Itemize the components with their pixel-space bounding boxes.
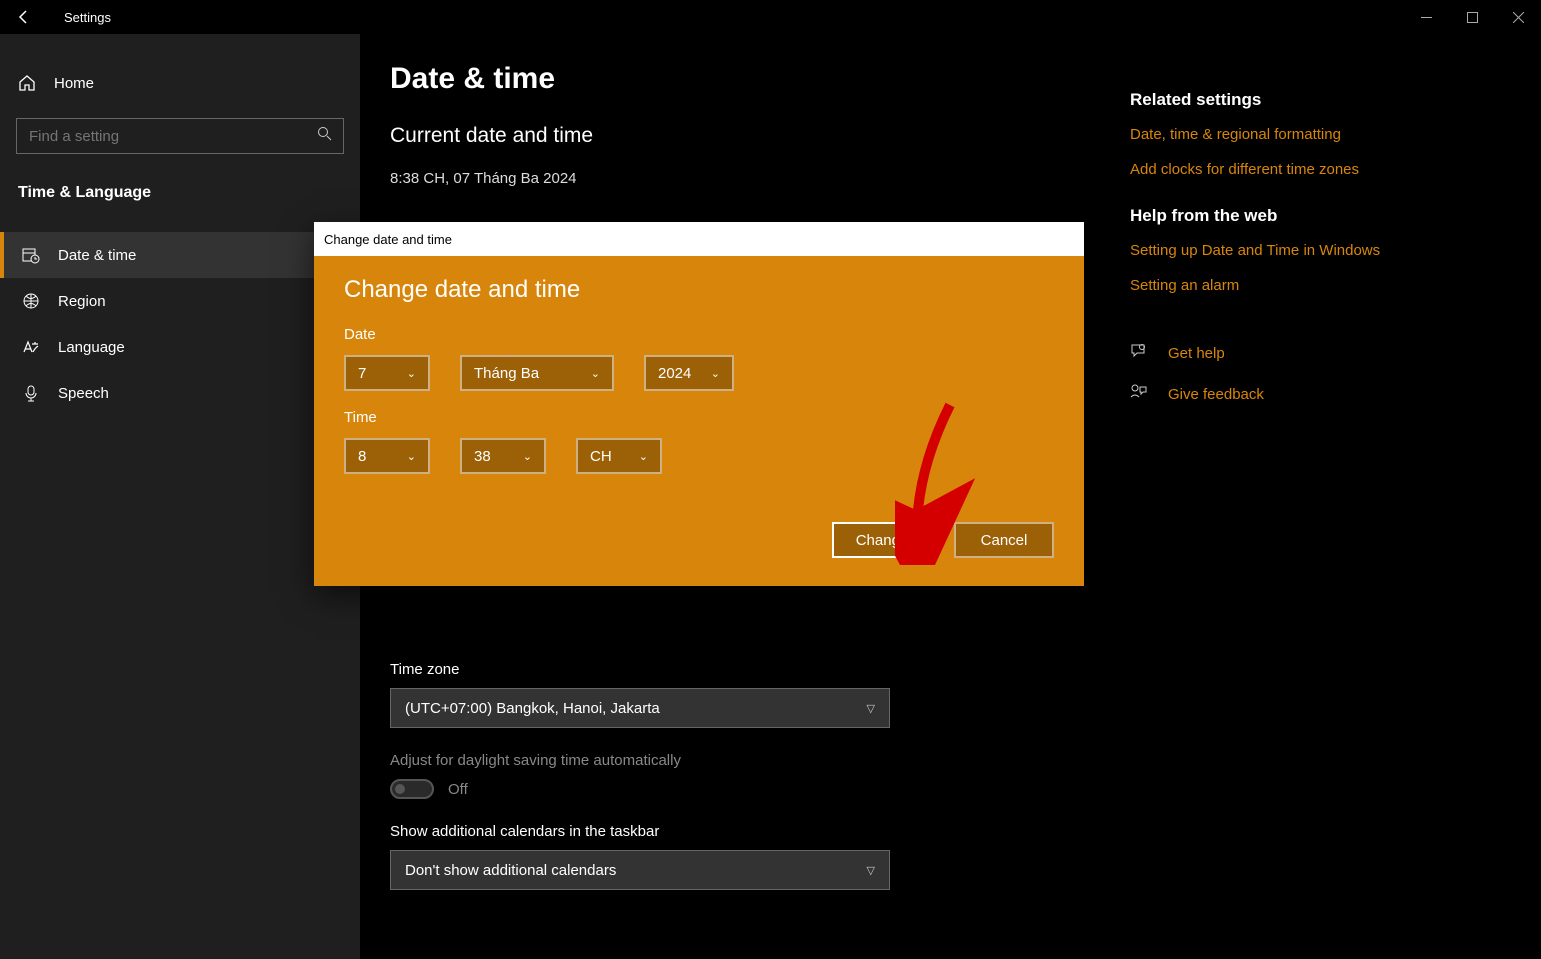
sidebar-item-language[interactable]: Language	[0, 324, 360, 370]
sidebar-item-label: Language	[58, 339, 125, 356]
date-label: Date	[344, 326, 1054, 343]
arrow-left-icon	[16, 9, 32, 25]
chevron-down-icon: ▽	[867, 702, 875, 715]
year-select[interactable]: 2024 ⌄	[644, 355, 734, 391]
language-icon	[22, 338, 40, 356]
right-column: Related settings Date, time & regional f…	[1130, 62, 1511, 931]
current-datetime-heading: Current date and time	[390, 124, 1090, 148]
ampm-value: CH	[590, 448, 612, 465]
sidebar-item-region[interactable]: Region	[0, 278, 360, 324]
sidebar: Home Time & Language Date & time Region …	[0, 34, 360, 959]
home-icon	[18, 74, 36, 92]
dialog-titlebar[interactable]: Change date and time	[314, 222, 1084, 256]
chevron-down-icon: ▽	[867, 864, 875, 877]
day-value: 7	[358, 365, 366, 382]
app-title: Settings	[64, 10, 111, 25]
additional-calendars-label: Show additional calendars in the taskbar	[390, 823, 1090, 840]
year-value: 2024	[658, 365, 691, 382]
close-button[interactable]	[1495, 0, 1541, 34]
chevron-down-icon: ⌄	[711, 367, 720, 380]
sidebar-item-label: Date & time	[58, 247, 136, 264]
clock-calendar-icon	[22, 246, 40, 264]
timezone-select[interactable]: (UTC+07:00) Bangkok, Hanoi, Jakarta ▽	[390, 688, 890, 728]
minute-value: 38	[474, 448, 491, 465]
sidebar-item-label: Region	[58, 293, 106, 310]
dst-toggle	[390, 779, 434, 799]
day-select[interactable]: 7 ⌄	[344, 355, 430, 391]
change-button[interactable]: Change	[832, 522, 932, 558]
month-value: Tháng Ba	[474, 365, 539, 382]
search-icon	[317, 126, 332, 146]
sidebar-category: Time & Language	[0, 184, 360, 202]
give-feedback-action[interactable]: Give feedback	[1130, 383, 1511, 406]
sidebar-item-speech[interactable]: Speech	[0, 370, 360, 416]
page-title: Date & time	[390, 62, 1090, 96]
give-feedback-label: Give feedback	[1168, 386, 1264, 403]
back-button[interactable]	[0, 0, 48, 34]
link-regional-formatting[interactable]: Date, time & regional formatting	[1130, 126, 1511, 143]
hour-value: 8	[358, 448, 366, 465]
link-add-clocks[interactable]: Add clocks for different time zones	[1130, 161, 1511, 178]
sidebar-item-label: Speech	[58, 385, 109, 402]
get-help-label: Get help	[1168, 345, 1225, 362]
timezone-label: Time zone	[390, 661, 1090, 678]
window-titlebar: Settings	[0, 0, 1541, 34]
ampm-select[interactable]: CH ⌄	[576, 438, 662, 474]
chevron-down-icon: ⌄	[639, 450, 648, 463]
hour-select[interactable]: 8 ⌄	[344, 438, 430, 474]
home-label: Home	[54, 75, 94, 92]
link-setting-alarm[interactable]: Setting an alarm	[1130, 277, 1511, 294]
current-datetime-value: 8:38 CH, 07 Tháng Ba 2024	[390, 170, 1090, 187]
minute-select[interactable]: 38 ⌄	[460, 438, 546, 474]
globe-icon	[22, 292, 40, 310]
change-datetime-dialog: Change date and time Change date and tim…	[314, 222, 1084, 586]
search-input[interactable]	[16, 118, 344, 154]
chevron-down-icon: ⌄	[407, 367, 416, 380]
month-select[interactable]: Tháng Ba ⌄	[460, 355, 614, 391]
sidebar-item-date-time[interactable]: Date & time	[0, 232, 360, 278]
link-setup-datetime[interactable]: Setting up Date and Time in Windows	[1130, 242, 1511, 259]
dialog-heading: Change date and time	[344, 276, 1054, 304]
home-nav[interactable]: Home	[0, 64, 360, 102]
additional-calendars-select[interactable]: Don't show additional calendars ▽	[390, 850, 890, 890]
chevron-down-icon: ⌄	[407, 450, 416, 463]
microphone-icon	[22, 384, 40, 402]
chevron-down-icon: ⌄	[591, 367, 600, 380]
window-controls	[1403, 0, 1541, 34]
help-header: Help from the web	[1130, 206, 1511, 226]
related-settings-header: Related settings	[1130, 90, 1511, 110]
timezone-value: (UTC+07:00) Bangkok, Hanoi, Jakarta	[405, 700, 660, 717]
chevron-down-icon: ⌄	[523, 450, 532, 463]
time-label: Time	[344, 409, 1054, 426]
cancel-button[interactable]: Cancel	[954, 522, 1054, 558]
chat-icon	[1130, 342, 1150, 365]
feedback-icon	[1130, 383, 1150, 406]
dialog-titlebar-text: Change date and time	[324, 232, 452, 247]
minimize-button[interactable]	[1403, 0, 1449, 34]
maximize-button[interactable]	[1449, 0, 1495, 34]
additional-calendars-value: Don't show additional calendars	[405, 862, 616, 879]
dst-value: Off	[448, 781, 468, 798]
get-help-action[interactable]: Get help	[1130, 342, 1511, 365]
dst-label: Adjust for daylight saving time automati…	[390, 752, 1090, 769]
